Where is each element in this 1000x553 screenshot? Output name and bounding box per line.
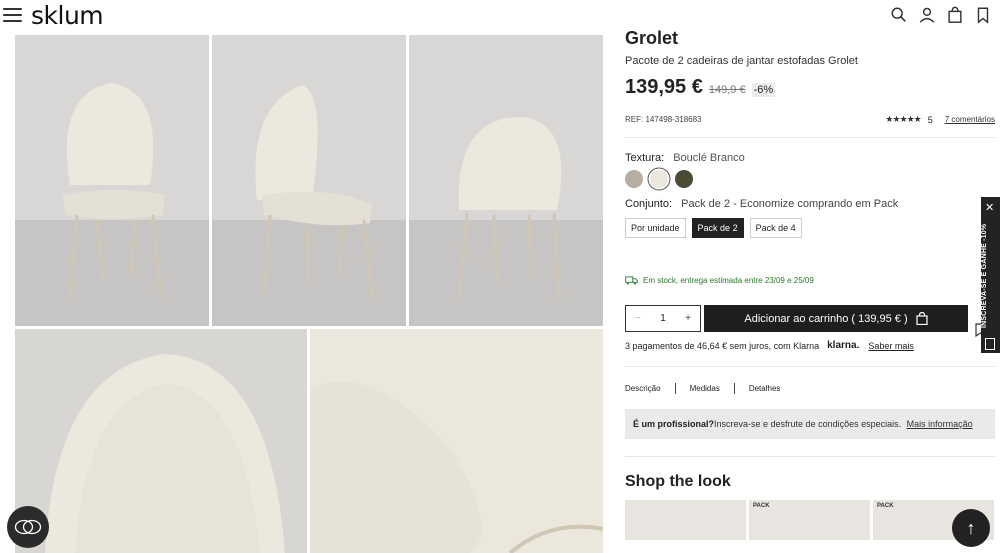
- swatch-boucle-white[interactable]: [650, 170, 668, 188]
- cart-row: − 1 + Adicionar ao carrinho ( 139,95 € ): [625, 305, 995, 332]
- chat-icon: [14, 519, 42, 535]
- pack-option-4[interactable]: Pack de 4: [749, 218, 802, 238]
- look-badge: PACK: [877, 503, 894, 509]
- scroll-to-top-button[interactable]: ↑: [952, 509, 990, 547]
- swatch-olive[interactable]: [675, 170, 693, 188]
- site-logo[interactable]: sklum: [31, 1, 104, 30]
- klarna-logo: klarna.: [827, 340, 860, 351]
- product-image-back[interactable]: [409, 35, 603, 326]
- product-image-detail-backrest[interactable]: [15, 329, 307, 553]
- discount-badge: -6%: [751, 83, 776, 97]
- site-header: sklum: [0, 0, 620, 32]
- tab-measures[interactable]: Medidas: [690, 384, 720, 393]
- truck-icon: [625, 276, 638, 285]
- add-to-cart-label: Adicionar ao carrinho ( 139,95 € ): [744, 312, 908, 325]
- reviews-link[interactable]: 7 comentários: [945, 115, 995, 124]
- tab-separator: [674, 383, 676, 394]
- product-ref: REF: 147498-318683: [625, 115, 702, 124]
- product-image-detail-seat[interactable]: [310, 329, 603, 553]
- newsletter-side-banner[interactable]: ✕ INSCREVA-SE E GANHE -10%: [981, 197, 1000, 353]
- quantity-stepper: − 1 +: [625, 305, 701, 332]
- product-image-front[interactable]: [15, 35, 209, 326]
- bookmark-icon[interactable]: [974, 6, 992, 24]
- look-badge: PACK: [753, 503, 770, 509]
- tab-separator: [733, 383, 735, 394]
- look-item[interactable]: [625, 500, 746, 540]
- stock-info: Em stock, entrega estimada entre 23/09 e…: [625, 276, 995, 285]
- set-option: Conjunto: Pack de 2 - Economize comprand…: [625, 198, 995, 210]
- header-actions: [890, 6, 992, 26]
- user-icon[interactable]: [918, 6, 936, 24]
- product-info-panel: Grolet Pacote de 2 cadeiras de jantar es…: [625, 28, 995, 540]
- klarna-row: 3 pagamentos de 46,64 € sem juros, com K…: [625, 340, 995, 351]
- add-to-cart-button[interactable]: Adicionar ao carrinho ( 139,95 € ): [704, 305, 968, 332]
- search-icon[interactable]: [890, 6, 908, 24]
- close-icon[interactable]: ✕: [985, 201, 994, 214]
- price-row: 139,95 € 149,9 € -6%: [625, 76, 995, 99]
- product-title: Grolet: [625, 28, 679, 48]
- tab-description[interactable]: Descrição: [625, 384, 661, 393]
- menu-icon[interactable]: [3, 8, 22, 23]
- pack-option-2[interactable]: Pack de 2: [691, 218, 744, 238]
- bag-icon: [916, 312, 928, 325]
- qty-increase-button[interactable]: +: [685, 313, 691, 324]
- product-image-side[interactable]: [212, 35, 406, 326]
- ref-rating-row: REF: 147498-318683 ★★★★★ 5 7 comentários: [625, 114, 995, 125]
- newsletter-banner-text[interactable]: INSCREVA-SE E GANHE -10%: [981, 217, 1000, 335]
- divider: [625, 456, 995, 457]
- old-price: 149,9 €: [708, 84, 746, 96]
- product-tabs: Descrição Medidas Detalhes: [625, 383, 995, 394]
- current-price: 139,95 €: [625, 76, 703, 98]
- texture-value: Bouclé Branco: [673, 152, 745, 164]
- pro-banner: É um profissional?Inscreva-se e desfrute…: [625, 409, 995, 439]
- qty-value[interactable]: 1: [660, 313, 666, 324]
- rating-value: 5: [927, 114, 933, 125]
- texture-swatches: [625, 170, 995, 188]
- product-subtitle: Pacote de 2 cadeiras de jantar estofadas…: [625, 55, 858, 67]
- pack-options: Por unidade Pack de 2 Pack de 4: [625, 218, 995, 238]
- pro-title: É um profissional?: [633, 419, 715, 429]
- divider: [625, 366, 995, 367]
- look-item[interactable]: PACK: [749, 500, 870, 540]
- pro-text: Inscreva-se e desfrute de condições espe…: [714, 419, 902, 429]
- stars-icon: ★★★★★: [885, 114, 921, 124]
- klarna-more-link[interactable]: Saber mais: [868, 341, 914, 351]
- stock-text: Em stock, entrega estimada entre 23/09 e…: [643, 276, 814, 285]
- tab-details[interactable]: Detalhes: [749, 384, 781, 393]
- divider: [625, 137, 995, 138]
- product-gallery: [15, 35, 603, 553]
- rating: ★★★★★ 5 7 comentários: [885, 114, 995, 125]
- set-label: Conjunto:: [625, 198, 673, 210]
- texture-option: Textura: Bouclé Branco: [625, 152, 995, 164]
- shop-the-look-list: PACK PACK: [625, 500, 995, 540]
- pro-more-link[interactable]: Mais informação: [907, 419, 973, 429]
- qty-decrease-button[interactable]: −: [635, 313, 641, 324]
- chat-button[interactable]: [7, 506, 49, 548]
- klarna-text: 3 pagamentos de 46,64 € sem juros, com K…: [625, 340, 820, 351]
- shop-the-look-title: Shop the look: [625, 473, 731, 490]
- pack-option-single[interactable]: Por unidade: [625, 218, 686, 238]
- bag-icon[interactable]: [946, 6, 964, 24]
- texture-label: Textura:: [625, 152, 665, 164]
- info-icon: [985, 338, 995, 350]
- set-value: Pack de 2 - Economize comprando em Pack: [681, 198, 899, 210]
- swatch-taupe[interactable]: [625, 170, 643, 188]
